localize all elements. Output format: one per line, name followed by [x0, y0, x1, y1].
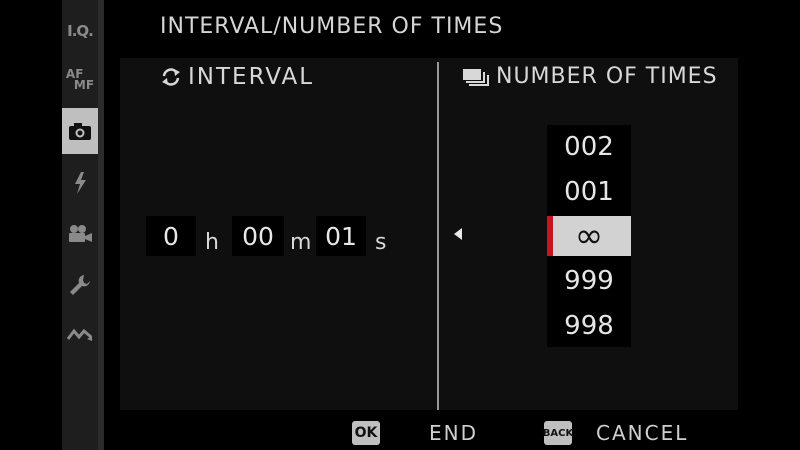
stacked-frames-icon	[463, 68, 489, 86]
interval-label: INTERVAL	[188, 64, 315, 90]
hours-field[interactable]: 0	[146, 216, 196, 256]
shooting-settings-tab[interactable]	[62, 108, 98, 154]
number-option-selected[interactable]: ∞	[547, 216, 631, 256]
movie-icon	[69, 225, 92, 242]
number-of-times-header: NUMBER OF TIMES	[462, 64, 718, 89]
number-option[interactable]: 999	[547, 261, 631, 301]
image-quality-icon: I.Q.	[67, 22, 94, 40]
wrench-icon	[70, 275, 90, 295]
rail-separator	[98, 0, 104, 450]
left-arrow-icon[interactable]	[454, 228, 462, 240]
number-option-selected-value: ∞	[574, 216, 604, 256]
number-option[interactable]: 002	[547, 127, 631, 167]
flash-icon	[75, 172, 86, 194]
number-option[interactable]: 998	[547, 306, 631, 346]
page-title: INTERVAL/NUMBER OF TIMES	[160, 14, 504, 39]
flash-settings-tab[interactable]	[62, 160, 98, 206]
connection-settings-tab[interactable]	[62, 312, 98, 358]
camera-icon	[69, 123, 91, 140]
ok-key-icon[interactable]: OK	[352, 421, 380, 445]
setup-tab[interactable]	[62, 262, 98, 308]
cancel-label: CANCEL	[596, 421, 689, 445]
selection-marker	[547, 216, 553, 256]
column-divider	[437, 62, 439, 410]
af-mf-tab[interactable]: AF MF	[62, 57, 98, 103]
minutes-unit: m	[290, 230, 312, 255]
back-key-icon[interactable]: BACK	[543, 421, 573, 445]
interval-header: INTERVAL	[160, 64, 314, 90]
seconds-unit: s	[375, 230, 387, 255]
af-mf-icon: AF MF	[65, 67, 95, 92]
number-of-times-list[interactable]: 002 001 ∞ 999 998	[547, 125, 631, 347]
seconds-field[interactable]: 01	[316, 216, 366, 256]
hours-unit: h	[205, 230, 219, 255]
number-option[interactable]: 001	[547, 172, 631, 212]
movie-settings-tab[interactable]	[62, 211, 98, 257]
connection-icon	[67, 328, 92, 341]
end-label: END	[429, 421, 478, 445]
minutes-field[interactable]: 00	[232, 216, 284, 256]
menu-category-rail: I.Q. AF MF	[62, 0, 98, 450]
number-of-times-label: NUMBER OF TIMES	[496, 64, 718, 89]
repeat-icon	[162, 68, 180, 86]
image-quality-tab[interactable]: I.Q.	[62, 8, 98, 54]
